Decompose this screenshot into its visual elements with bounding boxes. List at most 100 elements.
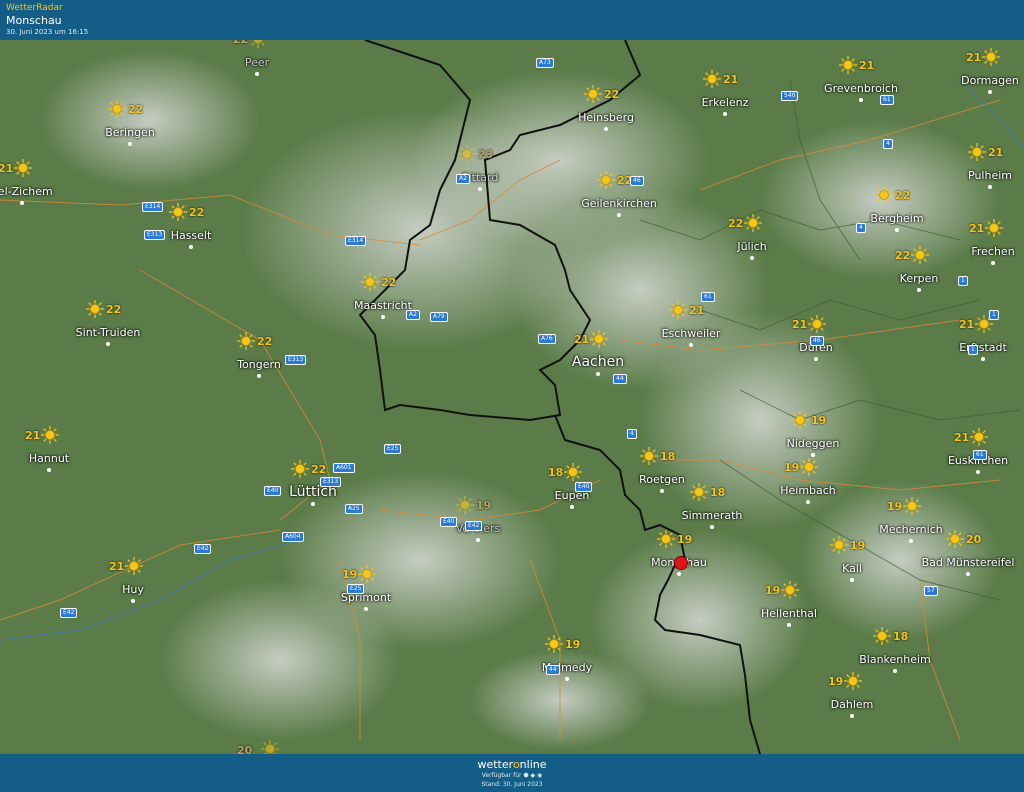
city-dot	[47, 468, 51, 472]
city-label[interactable]: Kerpen	[900, 272, 939, 285]
sun-icon	[690, 483, 708, 501]
city-label[interactable]: Dahlem	[831, 698, 874, 711]
sun-icon	[564, 463, 582, 481]
city-label[interactable]: Erkelenz	[702, 96, 749, 109]
sun-icon	[985, 219, 1003, 237]
city-dot	[710, 525, 714, 529]
temperature-label: 22	[895, 189, 911, 202]
city-dot	[976, 470, 980, 474]
city-label[interactable]: Frechen	[971, 245, 1014, 258]
road-shield: E42	[194, 544, 212, 554]
road-shield: 540	[781, 91, 799, 101]
map-base	[0, 40, 1024, 754]
temperature-label: 23	[478, 148, 494, 161]
city-label[interactable]: Geilenkirchen	[581, 197, 657, 210]
temperature-label: 20	[966, 533, 982, 546]
city-dot	[257, 374, 261, 378]
app-availability: Verfügbar für ⬢ ◆ ◉	[481, 772, 543, 779]
road-shield: E42	[60, 608, 78, 618]
wetteronline-logo[interactable]: wetteronline	[0, 758, 1024, 771]
app-footer: wetteronline Verfügbar für ⬢ ◆ ◉ Stand: …	[0, 754, 1024, 792]
road-shield: 4	[856, 223, 866, 233]
city-label[interactable]: Aachen	[572, 354, 624, 370]
temperature-label: 21	[988, 146, 1004, 159]
city-label[interactable]: Eschweiler	[662, 327, 721, 340]
sun-icon	[291, 460, 309, 478]
city-label[interactable]: Bad Münstereifel	[922, 556, 1015, 569]
city-label[interactable]: Nideggen	[787, 437, 840, 450]
temperature-label: 22	[895, 249, 911, 262]
city-label[interactable]: Huy	[122, 583, 144, 596]
city-label[interactable]: Roetgen	[639, 473, 685, 486]
city-label[interactable]: vel-Zichem	[0, 185, 53, 198]
sun-icon	[237, 332, 255, 350]
road-shield: 61	[880, 95, 894, 105]
city-dot	[128, 142, 132, 146]
sun-icon	[781, 581, 799, 599]
sun-icon	[41, 426, 59, 444]
location-pin-icon[interactable]	[674, 556, 688, 570]
city-label[interactable]: Kall	[842, 562, 862, 575]
road-shield: 4	[883, 139, 893, 149]
temperature-label: 21	[723, 73, 739, 86]
temperature-label: 19	[850, 539, 866, 552]
road-shield: E40	[575, 482, 593, 492]
temperature-label: 18	[660, 450, 676, 463]
temperature-label: 19	[677, 533, 693, 546]
temperature-label: 20	[237, 744, 253, 754]
road-shield: E25	[347, 584, 365, 594]
city-label[interactable]: Grevenbroich	[824, 82, 898, 95]
city-label[interactable]: Peer	[245, 56, 269, 69]
city-label[interactable]: Heimbach	[780, 484, 836, 497]
city-dot	[677, 572, 681, 576]
app-header: WetterRadar Monschau 30. Juni 2023 um 16…	[0, 0, 1024, 41]
temperature-label: 22	[257, 335, 273, 348]
sun-icon	[640, 447, 658, 465]
road-shield: E313	[285, 355, 307, 365]
city-label[interactable]: Bergheim	[870, 212, 923, 225]
city-label[interactable]: Hasselt	[171, 229, 212, 242]
city-dot	[476, 538, 480, 542]
weather-map[interactable]: Peer 22 Beringen 22 vel-Zichem 21 Hasselt 22 Sin…	[0, 40, 1024, 754]
temperature-label: 22	[728, 217, 744, 230]
city-label[interactable]: Pulheim	[968, 169, 1012, 182]
city-label[interactable]: Hannut	[29, 452, 69, 465]
road-shield: 46	[810, 336, 824, 346]
sun-icon	[839, 56, 857, 74]
road-shield: 44	[546, 665, 560, 675]
road-shield: 61	[973, 450, 987, 460]
city-label[interactable]: Jülich	[737, 240, 766, 253]
sun-icon	[830, 536, 848, 554]
sun-icon	[703, 70, 721, 88]
sun-icon	[875, 186, 893, 204]
city-label[interactable]: Maastricht	[354, 299, 412, 312]
road-shield: A76	[538, 334, 556, 344]
sun-icon	[86, 300, 104, 318]
sun-icon	[791, 411, 809, 429]
city-dot	[478, 187, 482, 191]
temperature-label: 18	[893, 630, 909, 643]
city-label[interactable]: Hellenthal	[761, 607, 817, 620]
city-dot	[570, 505, 574, 509]
temperature-label: 19	[476, 499, 492, 512]
city-dot	[311, 502, 315, 506]
city-dot	[617, 213, 621, 217]
city-label[interactable]: Erftstadt	[959, 341, 1007, 354]
city-label[interactable]: Tongern	[237, 358, 281, 371]
city-dot	[981, 357, 985, 361]
city-label[interactable]: Simmerath	[682, 509, 743, 522]
city-label[interactable]: Sint-Truiden	[76, 326, 141, 339]
city-dot	[966, 572, 970, 576]
city-label[interactable]: Mechernich	[879, 523, 942, 536]
temperature-label: 21	[792, 318, 808, 331]
city-dot	[895, 228, 899, 232]
city-label[interactable]: Dormagen	[961, 74, 1019, 87]
city-dot	[991, 261, 995, 265]
sun-icon	[970, 428, 988, 446]
city-label[interactable]: Beringen	[105, 126, 155, 139]
city-label[interactable]: Blankenheim	[859, 653, 931, 666]
sun-icon	[590, 330, 608, 348]
city-label[interactable]: Heinsberg	[578, 111, 634, 124]
sun-icon	[358, 565, 376, 583]
temperature-label: 19	[765, 584, 781, 597]
